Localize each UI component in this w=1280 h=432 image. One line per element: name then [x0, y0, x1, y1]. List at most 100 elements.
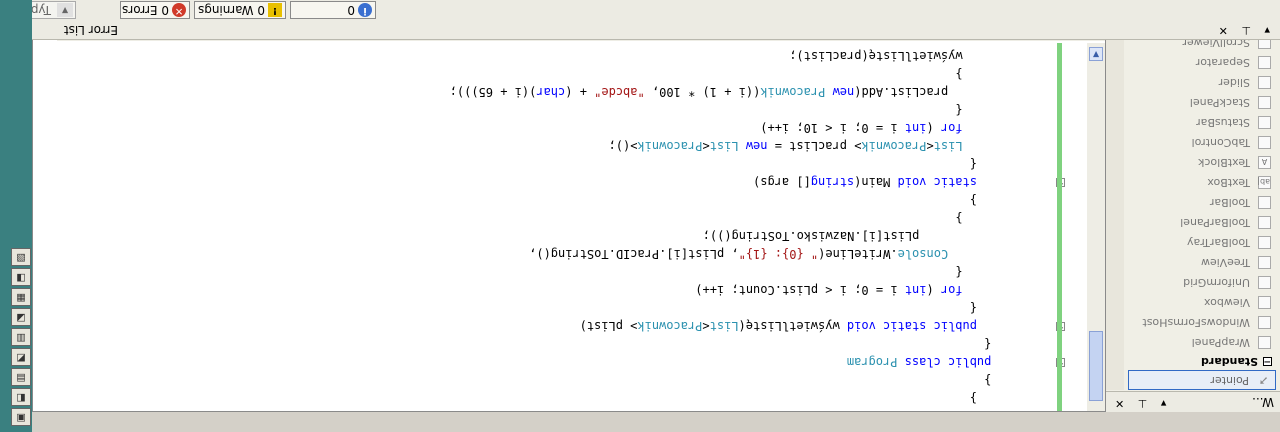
code-token: ((i + 1) * 100,	[644, 85, 761, 99]
toolbox-item-pointer[interactable]: ➚ Pointer	[1128, 370, 1276, 390]
toolbox-item[interactable]: ToolBarPanel	[1124, 212, 1280, 232]
toolbox-item[interactable]: WindowsFormsHost	[1124, 312, 1280, 332]
code-token: string	[810, 175, 855, 189]
code-line[interactable]: List<Pracownik> pracList = new List<Prac…	[609, 137, 963, 155]
toolbox-item[interactable]: A TextBlock	[1124, 152, 1280, 172]
code-token: i = 0; i < 10; i++)	[760, 121, 898, 135]
toolbox-item[interactable]: UniformGrid	[1124, 272, 1280, 292]
code-line[interactable]: public static void wyświetlListę(List<Pr…	[580, 317, 977, 335]
info-icon: i	[358, 3, 372, 17]
code-token: {	[969, 157, 977, 171]
toolbox-item-label: Slider	[1218, 76, 1250, 89]
treeview-icon	[1258, 256, 1271, 269]
toolbox-group-standard[interactable]: − Standard	[1124, 352, 1280, 370]
code-line[interactable]: public class Program	[847, 353, 992, 371]
toolbox-item-label: TextBlock	[1198, 156, 1250, 169]
editor-vertical-scrollbar[interactable]: ▼	[1087, 43, 1105, 411]
toolbox-item[interactable]: TreeView	[1124, 252, 1280, 272]
collapse-icon[interactable]: −	[1263, 356, 1272, 366]
code-token: }	[984, 373, 992, 387]
code-token: + (	[565, 85, 595, 99]
code-line[interactable]: for (int i = 0; i < pList.Count; i++)	[695, 281, 962, 299]
code-line[interactable]: }	[955, 65, 962, 83]
messages-filter-button[interactable]: i 0 Messages	[290, 0, 376, 19]
error-list-window-buttons[interactable]: ▾ ⊥ ✕	[1214, 24, 1270, 37]
code-line[interactable]: {	[984, 335, 991, 353]
code-token: pList[i].Nazwisko.ToString());	[702, 229, 920, 243]
textblock-icon: A	[1258, 156, 1271, 169]
code-token: Pracownik	[637, 139, 703, 153]
code-line[interactable]: pracList.Add(new Pracownik((i + 1) * 100…	[450, 83, 949, 101]
code-token: <	[702, 319, 710, 333]
toolbox-title-bar: W... ▾ ⊥ ✕	[1106, 391, 1280, 412]
code-line[interactable]: }	[970, 191, 977, 209]
code-area[interactable]: }} public class Program { public static voi…	[39, 43, 1049, 411]
app-icon[interactable]: ▥	[11, 328, 31, 346]
warning-icon: !	[268, 3, 282, 17]
toolbox-item-label: StatusBar	[1196, 116, 1250, 129]
toolbox-item[interactable]: Slider	[1124, 72, 1280, 92]
code-line[interactable]: Console.WriteLine(" {0}: {1}", pList[i].…	[529, 245, 948, 263]
errors-filter-button[interactable]: ✕ 0 Errors	[120, 1, 190, 19]
toolbox-item[interactable]: WrapPanel	[1124, 332, 1280, 352]
toolbox-item[interactable]: ToolBar	[1124, 192, 1280, 212]
code-token: for	[933, 121, 963, 135]
slider-icon	[1258, 76, 1271, 89]
toolbox-item[interactable]: TabControl	[1124, 132, 1280, 152]
app-icon[interactable]: ◧	[11, 388, 31, 406]
toolbox-title: W...	[1252, 395, 1274, 409]
toolbox-group-label: Standard	[1200, 355, 1258, 368]
toolbox-item-label: Viewbox	[1204, 296, 1250, 309]
toolbox-window-buttons[interactable]: ▾ ⊥ ✕	[1110, 397, 1166, 410]
toolbox-item[interactable]: Separator	[1124, 52, 1280, 72]
code-token: (	[926, 283, 934, 297]
code-line[interactable]: }	[970, 389, 977, 407]
toolbox-item[interactable]: ToolBarTray	[1124, 232, 1280, 252]
code-token: {	[955, 103, 963, 117]
code-line[interactable]: wyświetlListę(pracList);	[789, 47, 962, 65]
app-icon[interactable]: ▦	[11, 288, 31, 306]
toolbox-item-label: TabControl	[1191, 136, 1250, 149]
toolbox-item[interactable]: ab| TextBox	[1124, 172, 1280, 192]
code-token: [] args)	[753, 175, 811, 189]
toolbox-item-label: StackPanel	[1189, 96, 1250, 109]
toolbox-item[interactable]: StackPanel	[1124, 92, 1280, 112]
code-token: {	[969, 301, 977, 315]
viewbox-icon	[1258, 296, 1271, 309]
toolbox-scrollbar[interactable]	[1106, 0, 1124, 390]
app-icon[interactable]: ◩	[11, 348, 31, 366]
code-token: >();	[608, 139, 638, 153]
code-line[interactable]: {	[970, 155, 977, 173]
scroll-up-arrow-icon[interactable]: ▼	[1089, 47, 1103, 61]
app-icon[interactable]: ▤	[11, 368, 31, 386]
chevron-down-icon[interactable]: ▼	[57, 3, 73, 17]
code-token: {	[984, 337, 992, 351]
tabcontrol-icon	[1258, 136, 1271, 149]
code-token: Program	[846, 355, 898, 369]
app-icon[interactable]: ▧	[11, 248, 31, 266]
code-token: wyświetlListę(pracList);	[789, 49, 963, 63]
code-line[interactable]: }	[984, 371, 991, 389]
code-line[interactable]: {	[955, 101, 962, 119]
toolbox-item-label: ToolBarTray	[1186, 236, 1250, 249]
app-icon[interactable]: ◨	[11, 268, 31, 286]
vertical-scroll-thumb[interactable]	[1089, 331, 1103, 401]
code-line[interactable]: static void Main(string[] args)	[753, 173, 977, 191]
code-line[interactable]: }	[955, 209, 962, 227]
code-token: List	[933, 139, 963, 153]
warnings-filter-button[interactable]: ! 0 Warnings	[194, 1, 286, 19]
code-line[interactable]: {	[955, 263, 962, 281]
code-token: for	[933, 283, 963, 297]
toolbox-item[interactable]: StatusBar	[1124, 112, 1280, 132]
code-line[interactable]: pList[i].Nazwisko.ToString());	[703, 227, 920, 245]
code-line[interactable]: for (int i = 0; i < 10; i++)	[760, 119, 962, 137]
code-editor[interactable]: ▼ −−− }} public class Program {public stat…	[32, 20, 1106, 412]
code-token: pracList.Add(	[854, 85, 949, 99]
toolbox-item[interactable]: Viewbox	[1124, 292, 1280, 312]
stackpanel-icon	[1258, 96, 1271, 109]
code-token: <	[702, 139, 710, 153]
app-icon[interactable]: ◪	[11, 308, 31, 326]
app-icon[interactable]: ▣	[11, 408, 31, 426]
code-token: Pracownik	[637, 319, 703, 333]
code-line[interactable]: {	[970, 299, 977, 317]
